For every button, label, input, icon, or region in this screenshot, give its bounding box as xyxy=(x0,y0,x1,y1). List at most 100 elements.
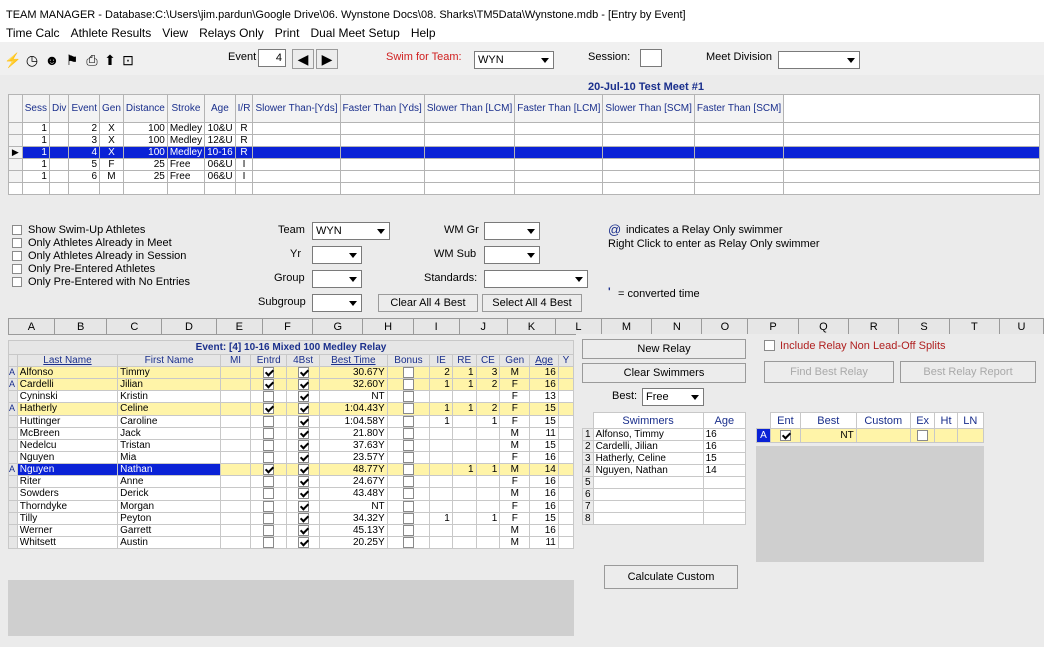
column-letter[interactable]: U xyxy=(998,318,1044,335)
athlete-cell-bonus[interactable] xyxy=(386,535,431,550)
event-cell-age[interactable]: 10-16 xyxy=(204,146,236,159)
athlete-cell-y[interactable] xyxy=(557,523,575,537)
bonus-checkbox[interactable] xyxy=(402,452,414,463)
athlete-cell-re[interactable]: 1 xyxy=(451,378,477,392)
event-row[interactable]: 1 2 X 100 Medley 10&U R xyxy=(8,122,1040,135)
standards-select[interactable] xyxy=(484,270,588,288)
athlete-cell-last[interactable]: Riter xyxy=(16,475,119,489)
event-row[interactable]: 1 3 X 100 Medley 12&U R xyxy=(8,134,1040,147)
athlete-cell-re[interactable] xyxy=(451,523,477,537)
athlete-cell-age[interactable]: 15 xyxy=(529,402,559,416)
athlete-cell-ce[interactable]: 1 xyxy=(475,414,501,428)
athlete-cell-mi[interactable] xyxy=(219,475,252,489)
filter-checkbox-row[interactable]: Only Pre-Entered Athletes xyxy=(12,263,190,276)
athlete-cell-first[interactable]: Nathan xyxy=(117,463,221,477)
athlete-cell-time[interactable]: NT xyxy=(318,390,388,404)
entrd-checkbox[interactable] xyxy=(263,440,275,451)
event-cell-empty[interactable] xyxy=(783,170,1040,183)
athlete-cell-last[interactable]: Werner xyxy=(16,523,119,537)
athlete-cell-bonus[interactable] xyxy=(386,463,431,477)
athlete-cell-ie[interactable]: 2 xyxy=(429,365,453,380)
swimmer-age[interactable]: 16 xyxy=(702,428,747,441)
row-selector[interactable] xyxy=(8,122,23,135)
athlete-cell-mi[interactable] xyxy=(219,499,252,513)
group-select[interactable] xyxy=(312,270,362,288)
athlete-cell-mi[interactable] xyxy=(219,414,252,428)
event-cell-empty[interactable] xyxy=(252,158,341,171)
swimmer-name[interactable] xyxy=(592,500,704,513)
menu-item-dual-meet-setup[interactable]: Dual Meet Setup xyxy=(310,26,399,40)
athlete-cell-first[interactable]: Caroline xyxy=(117,414,221,428)
athlete-cell-ie[interactable] xyxy=(429,475,453,489)
athlete-cell-time[interactable]: 1:04.43Y xyxy=(318,402,388,416)
column-letter[interactable]: J xyxy=(458,318,508,335)
athlete-cell-first[interactable]: Jilian xyxy=(117,378,221,392)
event-cell-div[interactable] xyxy=(48,170,70,183)
entrd-checkbox[interactable] xyxy=(263,501,275,512)
athlete-cell-time[interactable]: 32.60Y xyxy=(318,378,388,392)
relay-custom-time[interactable] xyxy=(855,428,911,443)
athlete-row[interactable]: Tilly Peyton 34.32Y 1 1 F 15 xyxy=(8,511,575,525)
athlete-cell-y[interactable] xyxy=(557,438,575,452)
column-letter[interactable]: M xyxy=(600,318,653,335)
event-cell-empty[interactable] xyxy=(602,146,695,159)
athlete-cell-mi[interactable] xyxy=(219,365,252,380)
swimmer-age[interactable] xyxy=(702,512,747,525)
athlete-cell-gen[interactable]: F xyxy=(499,390,531,404)
athlete-cell-time[interactable]: 48.77Y xyxy=(318,463,388,477)
athlete-cell-age[interactable]: 15 xyxy=(529,511,559,525)
athlete-cell-mi[interactable] xyxy=(219,523,252,537)
event-cell-event[interactable]: 4 xyxy=(68,146,101,159)
athlete-cell-ce[interactable]: 3 xyxy=(475,365,501,380)
athlete-cell-bonus[interactable] xyxy=(386,365,431,380)
athlete-row[interactable]: Werner Garrett 45.13Y M 16 xyxy=(8,523,575,537)
athlete-cell-bonus[interactable] xyxy=(386,499,431,513)
athlete-cell-first[interactable]: Tristan xyxy=(117,438,221,452)
athlete-cell-ce[interactable] xyxy=(475,475,501,489)
athlete-cell-y[interactable] xyxy=(557,402,575,416)
event-col-header[interactable]: Faster Than [LCM] xyxy=(514,94,604,123)
athlete-cell-best4[interactable] xyxy=(286,426,320,440)
event-cell-empty[interactable] xyxy=(783,134,1040,147)
athlete-cell-mi[interactable] xyxy=(219,438,252,452)
entrd-checkbox[interactable] xyxy=(263,513,275,524)
athlete-cell-gen[interactable]: F xyxy=(499,402,531,416)
athlete-cell-gen[interactable]: M xyxy=(499,463,531,477)
menu-item-relays-only[interactable]: Relays Only xyxy=(199,26,264,40)
relay-ent-cell[interactable] xyxy=(770,428,801,443)
entrd-checkbox[interactable] xyxy=(263,525,275,536)
athlete-cell-entrd[interactable] xyxy=(250,402,288,416)
athlete-cell-bonus[interactable] xyxy=(386,390,431,404)
event-cell-event[interactable]: 3 xyxy=(68,134,101,147)
athlete-cell-entrd[interactable] xyxy=(250,365,288,380)
event-cell-empty[interactable] xyxy=(693,134,785,147)
athlete-col-header[interactable]: CE xyxy=(475,354,501,367)
athlete-cell-age[interactable]: 16 xyxy=(529,450,559,465)
best4-checkbox[interactable] xyxy=(297,452,309,463)
row-selector[interactable] xyxy=(8,134,23,147)
athlete-cell-y[interactable] xyxy=(557,499,575,513)
athlete-col-header[interactable]: MI xyxy=(219,354,252,367)
swimmer-icon[interactable]: ☻ xyxy=(44,52,60,68)
row-selector[interactable] xyxy=(8,158,23,171)
athlete-cell-entrd[interactable] xyxy=(250,487,288,501)
entrd-checkbox[interactable] xyxy=(263,391,275,402)
best4-checkbox[interactable] xyxy=(297,476,309,487)
relay-ent-checkbox[interactable] xyxy=(779,429,791,441)
event-number-input[interactable]: 4 xyxy=(258,49,286,67)
session-input[interactable] xyxy=(640,49,662,67)
athlete-row[interactable]: Riter Anne 24.67Y F 16 xyxy=(8,475,575,489)
prev-event-button[interactable]: ◀ xyxy=(292,49,314,69)
athlete-cell-time[interactable]: 45.13Y xyxy=(318,523,388,537)
event-cell-empty[interactable] xyxy=(423,134,516,147)
athlete-col-header[interactable]: Last Name xyxy=(16,354,119,367)
athlete-cell-time[interactable]: 20.25Y xyxy=(318,535,388,550)
bonus-checkbox[interactable] xyxy=(402,367,414,378)
athlete-cell-ie[interactable]: 1 xyxy=(429,378,453,392)
event-cell-sess[interactable]: 1 xyxy=(21,134,50,147)
athlete-col-header[interactable]: Y xyxy=(557,354,575,367)
swimmer-age[interactable]: 14 xyxy=(702,464,747,477)
event-cell-empty[interactable] xyxy=(693,122,785,135)
swimmer-slot[interactable]: 8 xyxy=(582,512,747,525)
athlete-cell-first[interactable]: Austin xyxy=(117,535,221,550)
